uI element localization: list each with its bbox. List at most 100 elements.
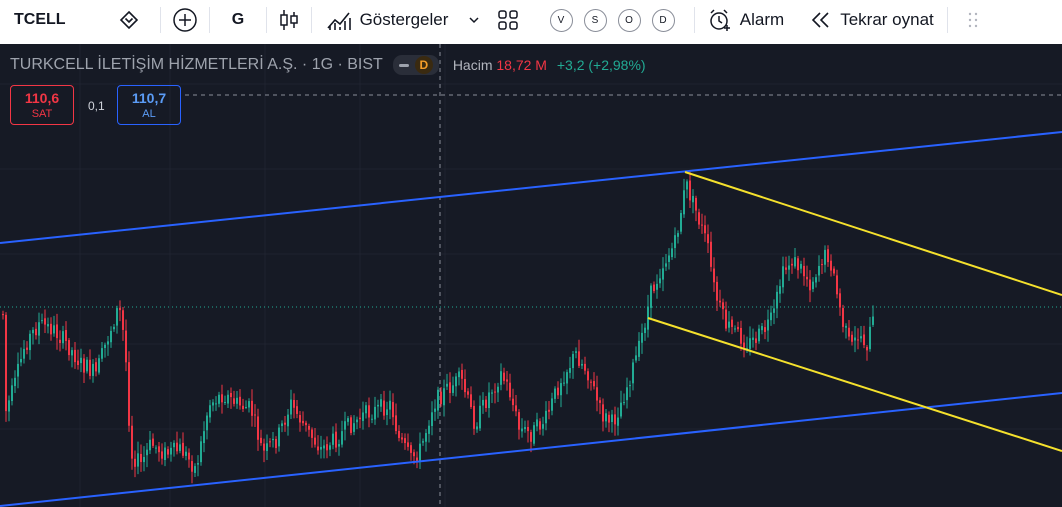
replay-button[interactable]: Tekrar oynat xyxy=(797,0,947,40)
candle-body xyxy=(749,338,751,349)
candle-body xyxy=(275,439,277,449)
drag-handle[interactable] xyxy=(948,0,998,40)
candle-body xyxy=(428,425,430,434)
candle-body xyxy=(854,337,856,341)
candle-body xyxy=(692,195,694,203)
candle-body xyxy=(302,420,304,424)
candle-body xyxy=(347,418,349,422)
candle-body xyxy=(191,461,193,472)
candle-body xyxy=(632,362,634,384)
volume-label: Hacim xyxy=(452,57,493,73)
chart-legend: TURKCELL İLETİŞİM HİZMETLERİ A.Ş. · 1G ·… xyxy=(10,55,646,75)
candle-body xyxy=(833,268,835,274)
template-o-button[interactable]: O xyxy=(612,0,646,40)
candle-body xyxy=(824,249,826,265)
buy-button[interactable]: 110,7 AL xyxy=(117,85,181,125)
alert-button[interactable]: Alarm xyxy=(695,0,797,40)
candle-body xyxy=(764,327,766,332)
indicators-label: Göstergeler xyxy=(359,10,449,29)
candle-body xyxy=(38,322,40,336)
candle-body xyxy=(95,362,97,372)
candle-body xyxy=(575,351,577,353)
candle-body xyxy=(716,281,718,301)
candle-body xyxy=(623,402,625,404)
candle-body xyxy=(335,431,337,448)
delay-badge: D xyxy=(414,56,433,74)
candle-body xyxy=(71,350,73,356)
candle-body xyxy=(167,449,169,455)
top-toolbar: TCELL G Göstergeler V S O D Alarm Tekrar… xyxy=(0,0,1062,40)
candle-body xyxy=(254,414,256,416)
market-status-badge[interactable]: D xyxy=(392,55,439,75)
candle-body xyxy=(251,400,253,416)
symbol-label: TCELL xyxy=(14,11,66,28)
add-symbol-button[interactable] xyxy=(161,0,209,40)
candle-body xyxy=(668,255,670,262)
candle-body xyxy=(224,401,226,403)
candle-body xyxy=(182,442,184,456)
candle-body xyxy=(590,381,592,383)
candle-body xyxy=(479,405,481,429)
symbol-search[interactable]: TCELL xyxy=(0,0,112,40)
candle-body xyxy=(458,371,460,378)
candle-body xyxy=(755,338,757,343)
candle-body xyxy=(566,372,568,384)
sell-label: SAT xyxy=(31,108,53,120)
template-v-button[interactable]: V xyxy=(544,0,578,40)
candle-body xyxy=(362,412,364,421)
sell-button[interactable]: 110,6 SAT xyxy=(10,85,74,125)
candle-body xyxy=(149,439,151,451)
candle-body xyxy=(656,283,658,290)
candle-body xyxy=(2,313,4,316)
candle-body xyxy=(32,329,34,334)
candle-body xyxy=(473,405,475,429)
chart-type-button[interactable] xyxy=(267,0,311,40)
candle-body xyxy=(536,419,538,427)
candle-body xyxy=(812,281,814,290)
candle-body xyxy=(128,362,130,426)
candle-body xyxy=(56,324,58,339)
candle-body xyxy=(137,453,139,467)
sell-price: 110,6 xyxy=(24,90,60,106)
candle-body xyxy=(773,308,775,313)
template-s-button[interactable]: S xyxy=(578,0,612,40)
candle-body xyxy=(350,417,352,433)
chart-pane[interactable]: TURKCELL İLETİŞİM HİZMETLERİ A.Ş. · 1G ·… xyxy=(0,44,1062,507)
interval-button[interactable]: G xyxy=(210,0,266,40)
layouts-button[interactable] xyxy=(486,0,530,40)
candle-body xyxy=(53,325,55,334)
candle-body xyxy=(761,326,763,331)
candle-body xyxy=(206,415,208,431)
template-d-button[interactable]: D xyxy=(646,0,680,40)
candle-body xyxy=(722,302,724,310)
symbol-diamond-button[interactable] xyxy=(112,0,146,40)
downtrend-upper-line xyxy=(684,171,1062,296)
candle-body xyxy=(227,394,229,404)
candle-body xyxy=(11,385,13,402)
candle-body xyxy=(422,441,424,443)
candle-body xyxy=(284,422,286,425)
candle-body xyxy=(635,355,637,361)
indicators-button[interactable]: Göstergeler xyxy=(312,0,462,40)
candle-body xyxy=(506,379,508,382)
candle-body xyxy=(719,300,721,303)
candle-body xyxy=(29,333,31,351)
candle-body xyxy=(356,419,358,423)
candle-body xyxy=(701,224,703,226)
candle-body xyxy=(179,444,181,451)
candle-body xyxy=(116,308,118,326)
candle-body xyxy=(77,360,79,365)
candle-body xyxy=(383,400,385,416)
buy-label: AL xyxy=(142,108,156,120)
candle-body xyxy=(563,382,565,384)
candle-body xyxy=(314,437,316,445)
candle-body xyxy=(470,394,472,408)
candle-body xyxy=(653,284,655,292)
alert-label: Alarm xyxy=(739,10,785,29)
symbol-title[interactable]: TURKCELL İLETİŞİM HİZMETLERİ A.Ş. · 1G ·… xyxy=(10,56,383,74)
candle-body xyxy=(770,312,772,321)
candle-body xyxy=(530,432,532,442)
candle-body xyxy=(698,212,700,225)
candle-body xyxy=(257,416,259,440)
indicators-dropdown[interactable] xyxy=(462,0,486,40)
